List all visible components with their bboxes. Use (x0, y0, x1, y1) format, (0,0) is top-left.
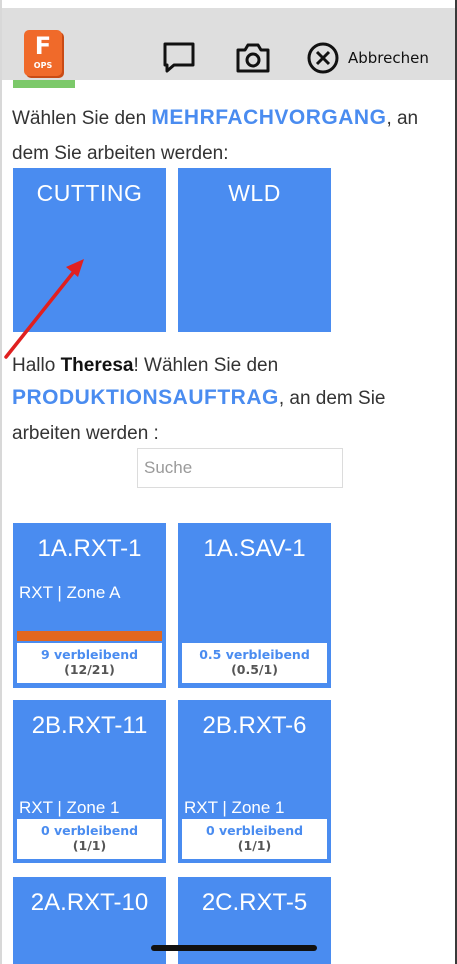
order-count: (1/1) (237, 838, 272, 853)
comment-icon (163, 42, 195, 73)
order-status: 0.5 verbleibend (0.5/1) (182, 643, 327, 683)
camera-icon (236, 43, 270, 73)
order-zone: RXT | Zone 1 (184, 798, 285, 817)
camera-button[interactable] (235, 40, 271, 76)
order-prompt-after-highlight: , an dem Sie (278, 388, 386, 409)
order-status: 9 verbleibend (12/21) (17, 643, 162, 683)
order-tile[interactable]: 1A.RXT-1 RXT | Zone A 9 verbleibend (12/… (13, 523, 166, 688)
order-remaining: 0 verbleibend (40, 823, 139, 838)
operation-label: CUTTING (36, 180, 143, 206)
order-title: 2B.RXT-6 (202, 712, 307, 739)
app-logo-letter: F (34, 32, 52, 60)
status-strip (13, 80, 75, 88)
order-status: 0 verbleibend (1/1) (182, 819, 327, 859)
order-count: (1/1) (72, 838, 107, 853)
top-toolbar: F OPS Abbrechen (2, 8, 455, 80)
order-title: 2B.RXT-11 (31, 712, 148, 739)
close-circle-icon (307, 42, 339, 74)
greeting: Hallo (12, 355, 61, 376)
order-remaining: 9 verbleibend (40, 647, 139, 662)
operation-prompt-suffix: , an (386, 108, 419, 129)
order-title: 2C.RXT-5 (201, 889, 308, 916)
order-status: 0 verbleibend (1/1) (17, 819, 162, 859)
cancel-button[interactable]: Abbrechen (306, 40, 429, 76)
order-tile[interactable]: 1A.SAV-1 0.5 verbleibend (0.5/1) (178, 523, 331, 688)
order-tile[interactable]: 2A.RXT-10 (13, 877, 166, 964)
order-title: 1A.RXT-1 (37, 535, 142, 562)
operation-prompt: Wählen Sie den MEHRFACHVORGANG, an (12, 106, 418, 130)
order-tile[interactable]: 2B.RXT-6 RXT | Zone 1 0 verbleibend (1/1… (178, 700, 331, 863)
user-name: Theresa (60, 355, 134, 376)
progress-bar (17, 631, 162, 641)
comment-button[interactable] (161, 40, 197, 76)
greeting-rest: ! Wählen Sie den (133, 355, 279, 376)
order-title: 2A.RXT-10 (30, 889, 149, 916)
order-prompt-line2: PRODUKTIONSAUFTRAG, an dem Sie (12, 386, 386, 410)
cancel-label: Abbrechen (348, 49, 429, 67)
order-remaining: 0 verbleibend (205, 823, 304, 838)
status-bar-area (0, 0, 457, 8)
operation-tile-wld[interactable]: WLD (178, 168, 331, 332)
order-count: (0.5/1) (231, 662, 278, 677)
annotation-arrow (4, 259, 84, 359)
operation-prompt-highlight: MEHRFACHVORGANG (151, 106, 387, 129)
order-tile[interactable]: 2B.RXT-11 RXT | Zone 1 0 verbleibend (1/… (13, 700, 166, 863)
order-count: (12/21) (64, 662, 115, 677)
home-indicator[interactable] (151, 945, 317, 951)
order-zone: RXT | Zone 1 (19, 798, 120, 817)
app-logo: F OPS (24, 30, 62, 76)
order-title: 1A.SAV-1 (203, 535, 306, 562)
order-prompt-line1: Hallo Theresa! Wählen Sie den (12, 355, 278, 377)
order-prompt-line3: arbeiten werden : (12, 423, 159, 444)
app-logo-sub: OPS (33, 61, 53, 70)
search-input[interactable] (137, 448, 343, 488)
operation-label: WLD (228, 180, 281, 206)
left-edge (0, 0, 2, 964)
operation-prompt-line2: dem Sie arbeiten werden: (12, 143, 229, 164)
order-prompt-highlight: PRODUKTIONSAUFTRAG (12, 386, 279, 409)
operation-prompt-prefix: Wählen Sie den (12, 108, 152, 129)
order-remaining: 0.5 verbleibend (199, 647, 310, 662)
order-zone: RXT | Zone A (19, 583, 121, 602)
